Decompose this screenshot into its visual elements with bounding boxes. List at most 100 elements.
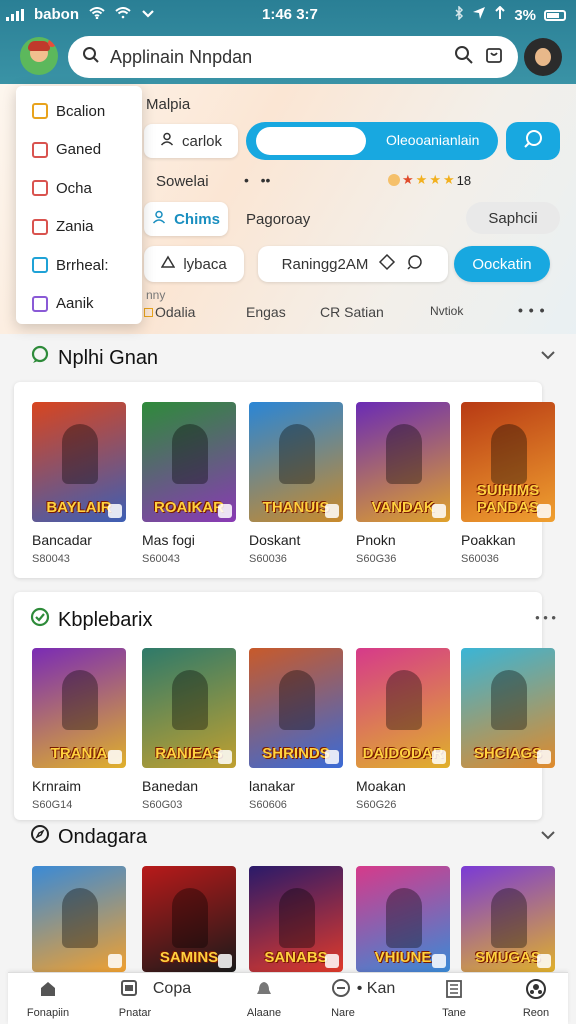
battery-icon bbox=[544, 9, 566, 21]
nav-item-pnatar[interactable]: Copa Pnatar bbox=[100, 977, 210, 1019]
character-figure bbox=[491, 670, 527, 730]
oockatin-button[interactable]: Oockatin bbox=[454, 246, 550, 282]
badge-icon bbox=[537, 954, 551, 968]
game-thumbnail[interactable]: RANIEAS bbox=[142, 648, 236, 768]
more-options-icon[interactable]: • • • bbox=[535, 610, 556, 625]
game-tile[interactable]: TRANIA Krnraim S60G14 bbox=[32, 648, 126, 813]
star-icon: ★ bbox=[415, 172, 428, 187]
game-tile[interactable]: RANIEAS Banedan S60G03 bbox=[142, 648, 236, 813]
tab-engas[interactable]: Engas bbox=[246, 304, 286, 320]
game-thumbnail[interactable]: TRANIA bbox=[32, 648, 126, 768]
nav-item-nare[interactable]: • Kan Nare bbox=[308, 977, 418, 1019]
wifi-icon bbox=[89, 6, 105, 23]
profile-avatar[interactable] bbox=[20, 37, 58, 75]
game-thumbnail[interactable]: THANUIS bbox=[249, 402, 343, 522]
game-thumbnail[interactable] bbox=[32, 866, 126, 972]
dropdown-item[interactable]: Zania bbox=[16, 208, 142, 247]
chevron-down-icon[interactable] bbox=[540, 348, 556, 366]
game-tile[interactable]: SMUGAS bbox=[461, 866, 555, 972]
triangle-icon bbox=[160, 255, 176, 273]
dropdown-item[interactable]: Aanik bbox=[16, 285, 142, 324]
badge-icon bbox=[325, 954, 339, 968]
nav-item-tane[interactable]: Tane bbox=[414, 977, 494, 1019]
nav-item-reon[interactable]: Reon bbox=[496, 977, 576, 1019]
chevron-down-icon[interactable] bbox=[540, 828, 556, 846]
ball-icon bbox=[496, 977, 576, 1001]
filter-label-pagoroay: Pagoroay bbox=[246, 211, 311, 228]
section-title: Nplhi Gnan bbox=[30, 345, 158, 371]
chat-bubble-icon bbox=[30, 345, 50, 371]
game-name: Bancadar bbox=[32, 532, 92, 548]
badge-icon bbox=[108, 750, 122, 764]
signal-icon-right bbox=[494, 5, 506, 24]
more-icon[interactable]: • • • bbox=[518, 302, 545, 318]
game-thumbnail[interactable]: VANDAK bbox=[356, 402, 450, 522]
game-thumbnail[interactable]: VHIUNE bbox=[356, 866, 450, 972]
game-thumbnail[interactable]: SUIHIMS PANDAS bbox=[461, 402, 555, 522]
game-tile[interactable]: BAYLAIR Bancadar S80043 bbox=[32, 402, 126, 567]
game-tile[interactable]: SHRINDS lanakar S60606 bbox=[249, 648, 343, 813]
game-thumbnail[interactable]: SANABS bbox=[249, 866, 343, 972]
search-submit-icon[interactable] bbox=[454, 45, 474, 70]
game-tile[interactable] bbox=[32, 866, 126, 972]
character-figure bbox=[62, 670, 98, 730]
dropdown-item[interactable]: Brrheal: bbox=[16, 246, 142, 285]
game-thumbnail[interactable]: SHCIAGS bbox=[461, 648, 555, 768]
bell-icon bbox=[224, 977, 304, 1001]
filter-search-bar[interactable]: Oleooanianlain bbox=[246, 122, 498, 160]
game-tile[interactable]: DAIDODAR Moakan S60G26 bbox=[356, 648, 450, 813]
dropdown-item[interactable]: Ocha bbox=[16, 169, 142, 208]
cut-label: nny bbox=[146, 288, 166, 302]
checkbox-icon bbox=[32, 218, 48, 235]
game-thumbnail[interactable]: ROAIKAR bbox=[142, 402, 236, 522]
game-name bbox=[461, 778, 555, 795]
badge-icon bbox=[218, 504, 232, 518]
game-tile[interactable]: VANDAK Pnokn S60G36 bbox=[356, 402, 450, 567]
search-input[interactable]: Applinain Nnpdan bbox=[110, 47, 444, 68]
game-tile[interactable]: THANUIS Doskant S60036 bbox=[249, 402, 343, 567]
game-tile[interactable]: SUIHIMS PANDAS Poakkan S60036 bbox=[461, 402, 555, 567]
game-tile[interactable]: VHIUNE bbox=[356, 866, 450, 972]
user-avatar[interactable] bbox=[524, 38, 562, 76]
star-icon: ★ bbox=[442, 172, 455, 187]
tab-odalia[interactable]: Odalia bbox=[144, 304, 195, 320]
saphcii-chip[interactable]: Saphcii bbox=[466, 202, 560, 234]
game-tile[interactable]: SHCIAGS bbox=[461, 648, 555, 813]
game-thumbnail[interactable]: BAYLAIR bbox=[32, 402, 126, 522]
diamond-icon bbox=[378, 253, 396, 275]
character-figure bbox=[62, 424, 98, 484]
game-tile[interactable]: SAMINS bbox=[142, 866, 236, 972]
comment-icon bbox=[406, 253, 424, 275]
tab-nvtiok[interactable]: Nvtiok bbox=[430, 304, 463, 318]
home-icon bbox=[8, 977, 88, 1001]
dropdown-item[interactable]: Bcalion bbox=[16, 92, 142, 131]
game-price: S60606 bbox=[249, 799, 287, 811]
game-tile[interactable]: SANABS bbox=[249, 866, 343, 972]
search-bar[interactable]: Applinain Nnpdan bbox=[68, 36, 518, 78]
badge-icon bbox=[432, 750, 446, 764]
rating-stars: ★ ★ ★ ★ 18 bbox=[388, 172, 471, 188]
dropdown-square-icon bbox=[144, 308, 153, 317]
chims-chip[interactable]: Chims bbox=[144, 202, 228, 236]
chat-button[interactable] bbox=[506, 122, 560, 160]
dropdown-item[interactable]: Ganed bbox=[16, 131, 142, 170]
status-bar: babon 1:46 3:7 3% bbox=[0, 0, 576, 30]
game-name: Mas fogi bbox=[142, 532, 195, 548]
game-thumbnail[interactable]: SAMINS bbox=[142, 866, 236, 972]
wifi-icon-secondary bbox=[115, 6, 131, 23]
filter-search-input[interactable] bbox=[256, 127, 366, 155]
tab-cr-satian[interactable]: CR Satian bbox=[320, 304, 384, 320]
game-thumbnail[interactable]: DAIDODAR bbox=[356, 648, 450, 768]
game-thumbnail[interactable]: SMUGAS bbox=[461, 866, 555, 972]
user-filter-chip[interactable]: carlok bbox=[144, 124, 238, 158]
badge-icon bbox=[218, 954, 232, 968]
game-thumbnail[interactable]: SHRINDS bbox=[249, 648, 343, 768]
filter-label-malpia: Malpia bbox=[146, 96, 191, 113]
character-figure bbox=[62, 888, 98, 948]
checkbox-icon bbox=[32, 295, 48, 312]
cart-icon[interactable] bbox=[484, 45, 504, 70]
game-tile[interactable]: ROAIKAR Mas fogi S60043 bbox=[142, 402, 236, 567]
category-dropdown: Bcalion Ganed Ocha Zania Brrheal: Aanik bbox=[16, 86, 142, 324]
lybaca-chip[interactable]: lybaca bbox=[144, 246, 244, 282]
ranking-chip[interactable]: Raningg2AM bbox=[258, 246, 448, 282]
